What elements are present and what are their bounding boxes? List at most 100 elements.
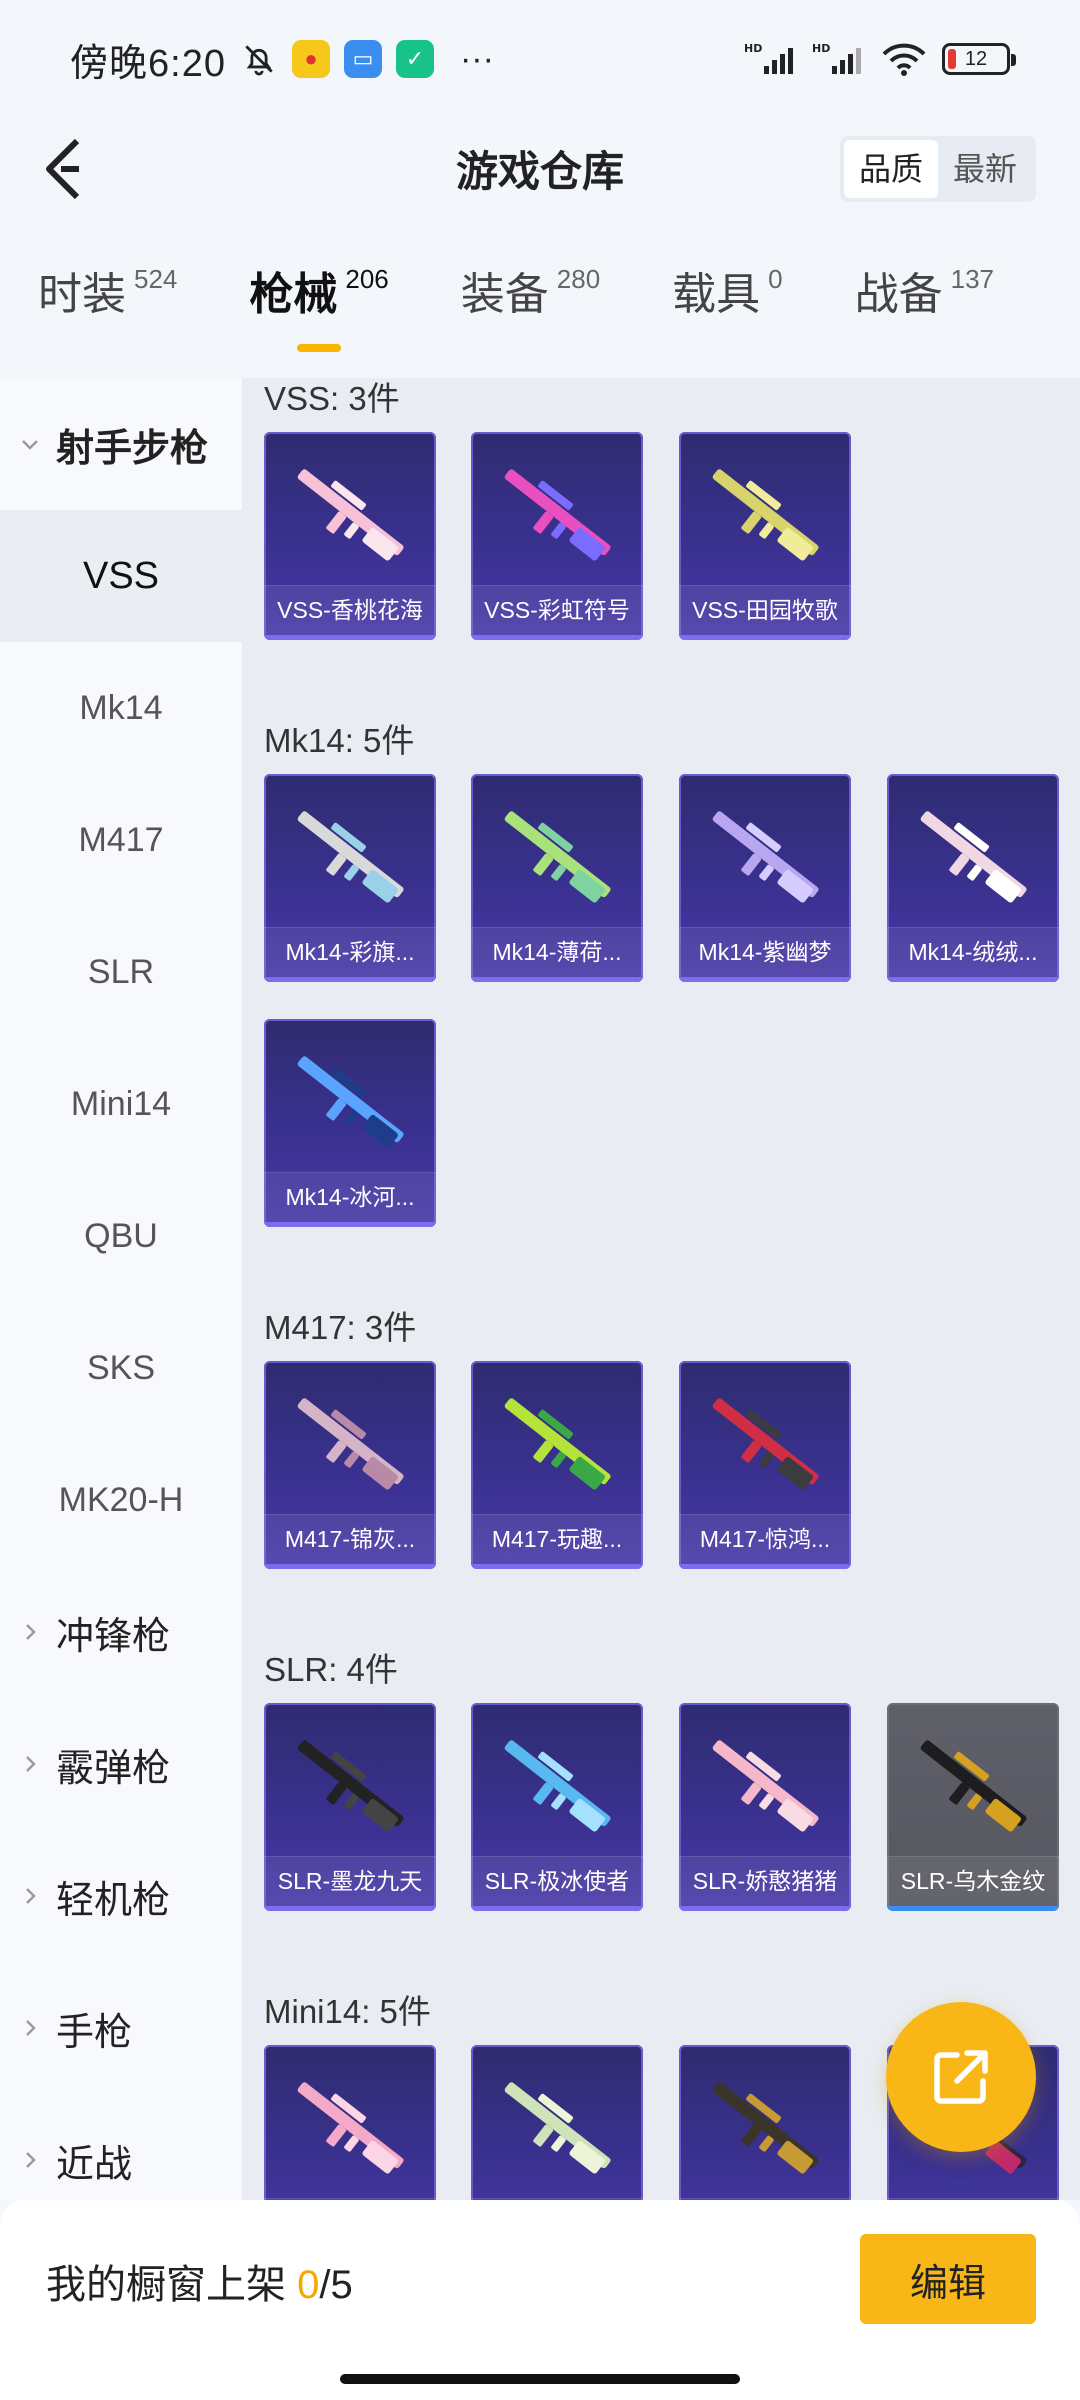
sidebar-group-pistol[interactable]: 手枪 — [0, 1962, 242, 2094]
sidebar-item-sks[interactable]: SKS — [0, 1302, 242, 1434]
weapon-skin-card[interactable]: Mini14-香桃... — [264, 2045, 436, 2200]
chevron-right-icon — [26, 2020, 36, 2036]
status-left: 傍晚6:20 ● ▭ ✓ ··· — [70, 32, 494, 87]
weapon-skin-name: Mk14-彩旗... — [285, 939, 415, 965]
battery-icon: 12 — [942, 43, 1016, 75]
tab-equipment[interactable]: 装备 280 — [461, 258, 600, 322]
weapon-skin-name: SLR-墨龙九天 — [277, 1868, 423, 1894]
share-external-icon — [934, 2050, 988, 2104]
sidebar-group-label: 射手步枪 — [56, 427, 209, 470]
sidebar-item-qbu[interactable]: QBU — [0, 1170, 242, 1302]
weapon-skin-card[interactable]: Mk14-彩旗... — [264, 774, 436, 982]
sidebar-item-m417[interactable]: M417 — [0, 774, 242, 906]
sidebar-group-label: 冲锋枪 — [56, 1615, 171, 1658]
edit-button[interactable]: 编辑 — [860, 2234, 1036, 2324]
signal-hd-icon: HD — [744, 42, 793, 74]
rifle-icon — [297, 2082, 404, 2174]
rifle-icon — [297, 1056, 404, 1148]
back-button[interactable] — [28, 134, 98, 204]
sidebar-group-lmg[interactable]: 轻机枪 — [0, 1830, 242, 1962]
weapon-skin-name: VSS-彩虹符号 — [484, 597, 630, 623]
weapon-skin-card[interactable]: Mini14-春暖... — [679, 2045, 851, 2200]
sidebar-group-shotgun[interactable]: 霰弹枪 — [0, 1698, 242, 1830]
weapon-skin-card[interactable]: VSS-香桃花海 — [264, 432, 436, 640]
weapon-category-sidebar: 射手步枪 VSS Mk14 M417 SLR Mini14 QBU SKS MK… — [0, 378, 242, 2200]
weapon-skin-card[interactable]: Mk14-绒绒... — [887, 774, 1059, 982]
showcase-current-count: 0 — [297, 2263, 320, 2307]
rifle-icon — [712, 2082, 819, 2174]
weapon-skin-card[interactable]: Mk14-冰河... — [264, 1019, 436, 1227]
weapon-skin-card[interactable]: Mk14-紫幽梦 — [679, 774, 851, 982]
sidebar-item-mk14[interactable]: Mk14 — [0, 642, 242, 774]
tab-vehicles[interactable]: 载具 0 — [672, 258, 782, 322]
sidebar-item-mini14[interactable]: Mini14 — [0, 1038, 242, 1170]
sidebar-item-vss[interactable]: VSS — [0, 510, 242, 642]
rifle-icon — [297, 811, 404, 903]
rifle-icon — [920, 811, 1027, 903]
home-indicator[interactable] — [340, 2374, 740, 2384]
weapon-skin-card[interactable]: VSS-田园牧歌 — [679, 432, 851, 640]
rifle-icon — [504, 811, 611, 903]
weapon-skin-card[interactable]: SLR-墨龙九天 — [264, 1703, 436, 1911]
share-button[interactable] — [886, 2002, 1036, 2152]
section-title: M417: 3件 — [264, 1309, 417, 1346]
sidebar-group-label: 霰弹枪 — [56, 1747, 171, 1790]
wallet-notification-icon: ▭ — [343, 40, 382, 78]
more-notifications-icon: ··· — [459, 39, 494, 78]
sort-quality-option[interactable]: 品质 — [843, 140, 938, 198]
weapon-skin-name: SLR-乌木金纹 — [900, 1868, 1046, 1894]
status-right: HD HD 12 — [744, 40, 1016, 78]
section-title: Mini14: 5件 — [264, 1993, 431, 2030]
weapon-skin-card[interactable]: Mk14-薄荷... — [471, 774, 643, 982]
tab-fashion[interactable]: 时装 524 — [38, 258, 177, 322]
rifle-icon — [712, 1740, 819, 1832]
weapon-skin-card[interactable]: SLR-乌木金纹 — [887, 1703, 1059, 1911]
weapon-skin-card[interactable]: M417-玩趣... — [471, 1361, 643, 1569]
sort-latest-option[interactable]: 最新 — [938, 140, 1032, 198]
sidebar-group-smg[interactable]: 冲锋枪 — [0, 1566, 242, 1698]
weapon-skin-name: Mk14-绒绒... — [908, 939, 1038, 965]
weapon-skin-name: M417-惊鸿... — [699, 1526, 831, 1552]
weapon-skin-card[interactable]: SLR-极冰使者 — [471, 1703, 643, 1911]
tab-count: 280 — [556, 264, 601, 294]
weapon-skin-name: Mk14-冰河... — [285, 1184, 415, 1210]
rifle-icon — [297, 1398, 404, 1490]
weapon-skin-grid: VSS: 3件 VSS-香桃花海 VSS-彩虹符号 VSS-田园牧歌 Mk14: 5件 M… — [242, 378, 1080, 2200]
section-title: SLR: 4件 — [264, 1651, 398, 1688]
tab-label: 战备 — [854, 270, 943, 319]
tab-label: 枪械 — [249, 270, 338, 319]
showcase-total: /5 — [319, 2263, 353, 2307]
bell-off-icon — [245, 45, 273, 76]
weapon-skin-card[interactable]: M417-锦灰... — [264, 1361, 436, 1569]
security-notification-icon: ✓ — [395, 40, 434, 78]
rifle-icon — [504, 1398, 611, 1490]
sidebar-item-slr[interactable]: SLR — [0, 906, 242, 1038]
tab-label: 时装 — [38, 270, 126, 319]
svg-text:HD: HD — [812, 42, 830, 55]
weapon-skin-card[interactable]: SLR-娇憨猪猪 — [679, 1703, 851, 1911]
chevron-down-icon — [22, 440, 38, 450]
rifle-icon — [297, 469, 404, 561]
weapon-skin-name: VSS-田园牧歌 — [692, 597, 838, 623]
sidebar-item-mk20h[interactable]: MK20-H — [0, 1434, 242, 1566]
chevron-right-icon — [26, 2152, 36, 2168]
tab-count: 524 — [134, 264, 178, 294]
category-tabs: 时装 524 枪械 206 装备 280 载具 0 战备 137 — [0, 258, 1080, 358]
weapon-skin-card[interactable]: VSS-彩虹符号 — [471, 432, 643, 640]
svg-text:HD: HD — [744, 42, 762, 55]
tab-label: 装备 — [460, 270, 549, 319]
weapon-skin-name: VSS-香桃花海 — [277, 597, 423, 623]
header: 游戏仓库 品质 最新 — [0, 118, 1080, 218]
weapon-skin-name: SLR-极冰使者 — [484, 1868, 630, 1894]
section-title: Mk14: 5件 — [264, 722, 415, 759]
tab-supplies[interactable]: 战备 137 — [855, 258, 994, 322]
weapon-skin-name: Mk14-紫幽梦 — [698, 939, 832, 965]
tab-count: 206 — [345, 264, 389, 294]
rifle-icon — [712, 469, 819, 561]
weapon-skin-card[interactable]: M417-惊鸿... — [679, 1361, 851, 1569]
weapon-skin-card[interactable]: Mini14-雏菊... — [471, 2045, 643, 2200]
tab-active-indicator — [297, 344, 342, 352]
tab-firearms[interactable]: 枪械 206 — [249, 258, 389, 352]
sidebar-group-marksman[interactable]: 射手步枪 — [0, 378, 242, 510]
weapon-skin-name: M417-玩趣... — [491, 1526, 623, 1552]
